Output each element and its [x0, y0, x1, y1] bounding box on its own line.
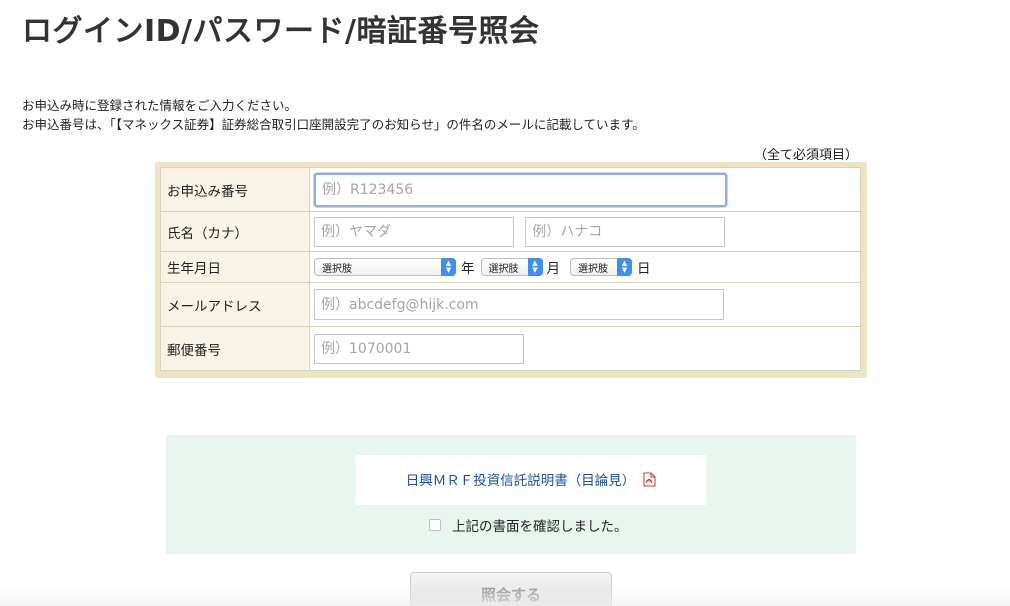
pdf-icon [643, 472, 656, 491]
birth-month-selected: 選択肢 [488, 263, 519, 275]
birth-month-select[interactable]: 選択肢 ▲ ▼ [480, 258, 543, 276]
birthdate-label: 生年月日 [160, 251, 310, 283]
birth-day-selected: 選択肢 [578, 263, 608, 275]
birth-year-select[interactable]: 選択肢 ▲ ▼ [314, 258, 456, 276]
first-name-kana-input[interactable] [525, 216, 726, 247]
day-unit: 日 [637, 261, 651, 277]
birth-day-select[interactable]: 選択肢 ▲ ▼ [570, 258, 632, 276]
form-row-name-kana: 氏名（カナ） [160, 211, 861, 252]
form-row-application-number: お申込み番号 [160, 167, 861, 212]
document-confirm-label: 上記の書面を確認しました。 [452, 519, 628, 535]
document-confirm-box: 日興ＭＲＦ投資信託説明書（目論見） 上記の書面を確認しました。 [166, 435, 856, 554]
application-number-input[interactable] [314, 172, 727, 207]
application-number-label: お申込み番号 [160, 167, 310, 212]
select-arrows-icon: ▲ ▼ [527, 258, 543, 276]
required-note: （全て必須項目） [754, 148, 859, 163]
prospectus-link-text: 日興ＭＲＦ投資信託説明書（目論見） [405, 473, 636, 489]
submit-inquiry-button[interactable]: 照会する [410, 572, 612, 606]
last-name-kana-input[interactable] [314, 216, 514, 247]
postal-code-label: 郵便番号 [160, 326, 310, 371]
email-input[interactable] [314, 289, 724, 320]
page: ログインID/パスワード/暗証番号照会 お申込み時に登録された情報をご入力くださ… [0, 0, 1010, 606]
intro-line-2: お申込番号は、「【マネックス証券】証券総合取引口座開設完了のお知らせ」の件名のメ… [22, 117, 645, 132]
email-label: メールアドレス [160, 282, 310, 327]
inquiry-form: お申込み番号 氏名（カナ） 生年月日 選択肢 ▲▼ 年 選択肢 ▲▼ 月 [160, 167, 861, 371]
document-confirm-checkbox[interactable] [429, 519, 441, 531]
name-kana-label: 氏名（カナ） [160, 211, 310, 252]
postal-code-input[interactable] [314, 333, 524, 364]
intro-line-1: お申込み時に登録された情報をご入力ください。 [22, 98, 298, 113]
prospectus-link[interactable]: 日興ＭＲＦ投資信託説明書（目論見） [406, 469, 657, 491]
month-unit: 月 [546, 261, 561, 277]
form-row-email: メールアドレス [160, 282, 861, 327]
document-card: 日興ＭＲＦ投資信託説明書（目論見） [356, 455, 706, 505]
intro-text: お申込み時に登録された情報をご入力ください。 お申込番号は、「【マネックス証券】… [22, 96, 645, 134]
form-row-postal-code: 郵便番号 [160, 326, 861, 371]
page-title: ログインID/パスワード/暗証番号照会 [22, 14, 540, 49]
year-unit: 年 [461, 261, 475, 277]
form-row-birthdate: 生年月日 選択肢 ▲ ▼ 年 選択肢 ▲ ▼ 月 選択肢 ▲ ▼ 日 [160, 251, 861, 283]
select-arrows-icon: ▲ ▼ [441, 258, 456, 276]
select-arrows-icon: ▲ ▼ [617, 258, 632, 276]
birth-year-selected: 選択肢 [322, 263, 352, 275]
document-confirm-row[interactable]: 上記の書面を確認しました。 [429, 515, 628, 535]
